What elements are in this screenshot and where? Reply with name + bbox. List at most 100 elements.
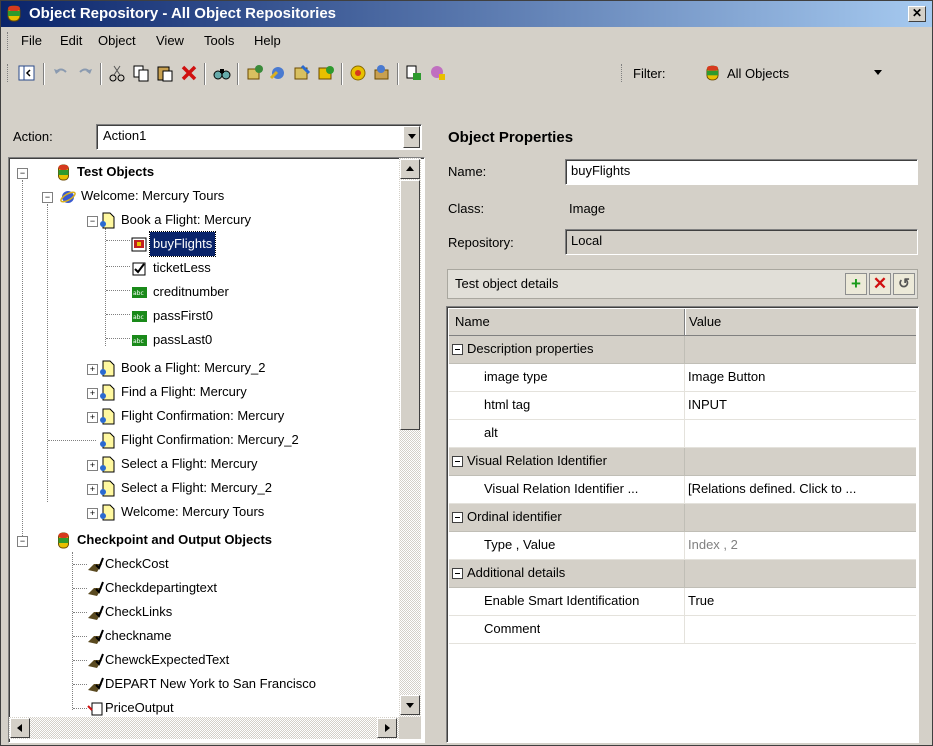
copy-icon[interactable] (131, 63, 151, 83)
redo-icon[interactable] (75, 63, 95, 83)
add-checkpoint-icon[interactable] (348, 63, 368, 83)
page-icon (100, 408, 115, 425)
page-icon (100, 504, 115, 521)
collapse-test-objects[interactable]: − (17, 168, 28, 179)
expand-find-flight[interactable]: + (87, 388, 98, 399)
title-bar[interactable]: Object Repository - All Object Repositor… (1, 1, 932, 27)
find-icon[interactable] (212, 63, 232, 83)
edit-box-icon: abc (132, 287, 147, 298)
property-row-html-tag[interactable]: html tag INPUT (449, 392, 916, 420)
menu-help[interactable]: Help (254, 33, 281, 48)
object-spy-icon[interactable] (428, 63, 448, 83)
menu-file[interactable]: File (21, 33, 42, 48)
scroll-up-arrow-icon (406, 166, 414, 171)
page-icon (100, 384, 115, 401)
image-icon (131, 237, 147, 252)
checkpoint-icon (88, 653, 104, 668)
grid-header: Name Value (449, 309, 916, 336)
collapse-icon[interactable] (452, 344, 463, 355)
scroll-up-button[interactable] (400, 159, 420, 179)
category-description-properties[interactable]: Description properties (449, 336, 916, 364)
name-label: Name: (448, 164, 487, 179)
highlight-icon[interactable] (292, 63, 312, 83)
tree-vertical-scrollbar[interactable] (399, 158, 421, 717)
close-button[interactable]: ✕ (908, 6, 926, 22)
filter-dropdown[interactable]: All Objects (700, 62, 888, 84)
scroll-left-button[interactable] (10, 718, 30, 738)
scroll-down-arrow-icon (406, 703, 414, 708)
repository-icon (58, 164, 69, 181)
menu-tools[interactable]: Tools (204, 33, 234, 48)
scroll-down-button[interactable] (400, 695, 420, 715)
property-row-image-type[interactable]: image type Image Button (449, 364, 916, 392)
all-objects-icon (706, 65, 719, 81)
expand-book-flight-2[interactable]: + (87, 364, 98, 375)
menu-edit[interactable]: Edit (60, 33, 82, 48)
collapse-checkpoints[interactable]: − (17, 536, 28, 547)
category-visual-relation[interactable]: Visual Relation Identifier (449, 448, 916, 476)
edit-box-icon: abc (132, 335, 147, 346)
menu-bar: File Edit Object View Tools Help (1, 28, 932, 54)
scroll-left-arrow-icon (17, 724, 22, 732)
col-value-header[interactable]: Value (689, 314, 721, 329)
scroll-right-button[interactable] (377, 718, 397, 738)
property-row-smart-identification[interactable]: Enable Smart Identification True (449, 588, 916, 616)
action-dropdown[interactable]: Action1 (96, 124, 422, 150)
refresh-icon: ↺ (898, 275, 910, 291)
category-ordinal-identifier[interactable]: Ordinal identifier (449, 504, 916, 532)
scroll-right-arrow-icon (385, 724, 390, 732)
collapse-icon[interactable] (452, 568, 463, 579)
edit-box-icon: abc (132, 311, 147, 322)
cut-icon[interactable] (107, 63, 127, 83)
action-dropdown-arrow[interactable] (403, 126, 420, 148)
delete-icon[interactable] (179, 63, 199, 83)
output-value-icon (87, 702, 103, 716)
page-icon (100, 432, 115, 449)
collapse-welcome-browser[interactable]: − (42, 192, 53, 203)
property-row-alt[interactable]: alt (449, 420, 916, 448)
collapse-icon[interactable] (452, 456, 463, 467)
add-objects-icon[interactable] (244, 63, 264, 83)
category-additional-details[interactable]: Additional details (449, 560, 916, 588)
filter-dropdown-arrow[interactable] (870, 63, 887, 83)
property-row-type-value[interactable]: Type , Value Index , 2 (449, 532, 916, 560)
collapse-book-flight[interactable]: − (87, 216, 98, 227)
svg-text:abc: abc (133, 338, 144, 345)
browser-icon (60, 191, 76, 203)
expand-select-flight-2[interactable]: + (87, 484, 98, 495)
menu-object[interactable]: Object (98, 33, 136, 48)
collapse-icon[interactable] (452, 512, 463, 523)
navigate-learn-icon[interactable] (268, 63, 288, 83)
toolbar: Filter: All Objects (1, 55, 932, 91)
checkbox-icon (132, 262, 146, 276)
object-tree[interactable]: − Test Objects − Welcome: Mercury Tours … (8, 157, 425, 743)
expand-welcome-page[interactable]: + (87, 508, 98, 519)
filter-grip[interactable] (621, 64, 625, 82)
menu-view[interactable]: View (156, 33, 184, 48)
locate-icon[interactable] (316, 63, 336, 83)
undo-icon[interactable] (51, 63, 71, 83)
remove-property-button[interactable]: ✕ (869, 273, 891, 295)
toolbar-grip[interactable] (7, 64, 11, 82)
svg-text:abc: abc (133, 314, 144, 321)
property-row-comment[interactable]: Comment (449, 616, 916, 644)
add-property-button[interactable]: + (845, 273, 867, 295)
restore-property-button[interactable]: ↺ (893, 273, 915, 295)
object-repository-window: Object Repository - All Object Repositor… (0, 0, 933, 746)
expand-flight-confirmation[interactable]: + (87, 412, 98, 423)
expand-select-flight[interactable]: + (87, 460, 98, 471)
class-label: Class: (448, 201, 485, 216)
repository-icon (58, 532, 69, 549)
toggle-pane-icon[interactable] (17, 63, 37, 83)
paste-icon[interactable] (155, 63, 175, 83)
action-value: Action1 (103, 128, 147, 143)
name-field[interactable]: buyFlights (565, 159, 918, 185)
property-row-visual-relation[interactable]: Visual Relation Identifier ... [Relation… (449, 476, 916, 504)
scroll-thumb[interactable] (400, 180, 420, 430)
menu-grip[interactable] (7, 32, 11, 50)
col-name-header[interactable]: Name (455, 314, 490, 329)
checkpoint-icon (88, 557, 104, 572)
define-object-icon[interactable] (404, 63, 424, 83)
update-from-app-icon[interactable] (372, 63, 392, 83)
tree-horizontal-scrollbar[interactable] (9, 717, 399, 739)
